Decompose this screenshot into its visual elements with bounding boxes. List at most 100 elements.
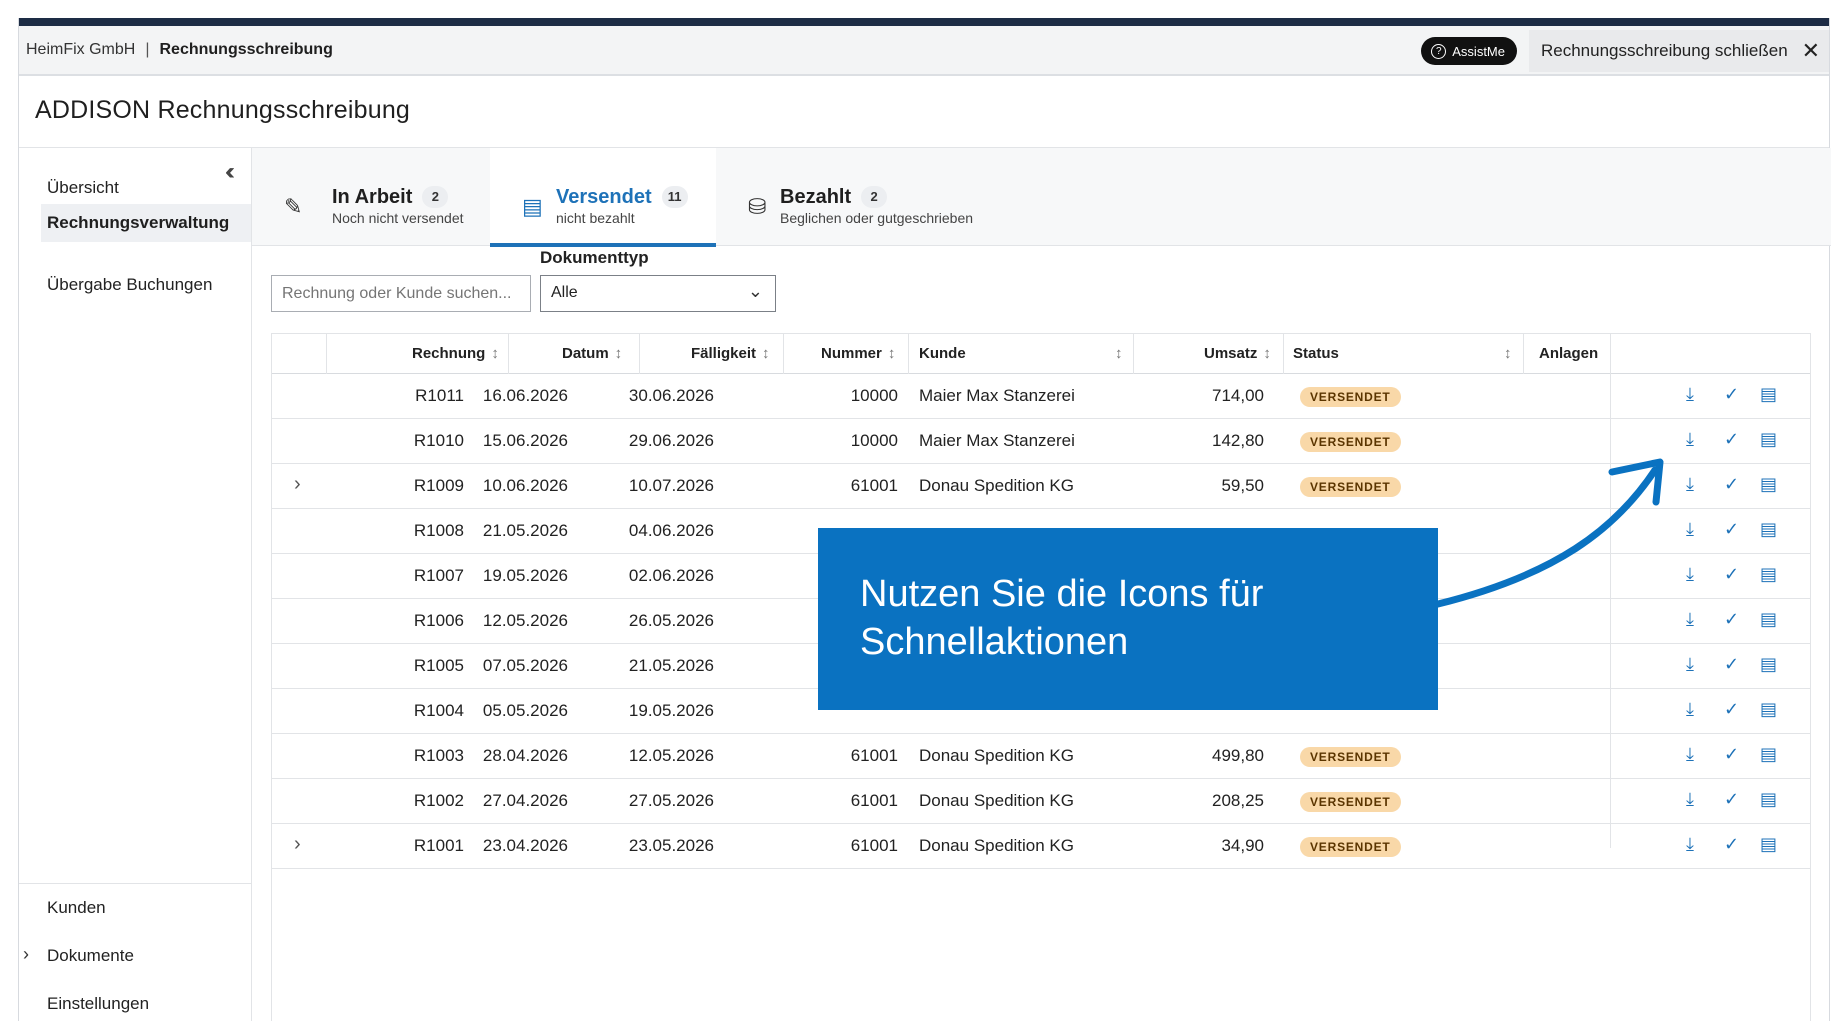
sidebar-item-rechnungsverwaltung[interactable]: Rechnungsverwaltung (41, 204, 251, 242)
checkmark-icon[interactable]: ✓ (1724, 789, 1739, 810)
doctype-value: Alle (551, 284, 578, 301)
receipt-icon[interactable]: ▤ (1760, 519, 1777, 540)
page-title: ADDISON Rechnungsschreibung (35, 96, 411, 124)
module-name: Rechnungsschreibung (159, 41, 333, 58)
cell-faelligkeit: 26.05.2026 (628, 611, 714, 630)
download-icon[interactable]: ⤓ (1686, 609, 1694, 630)
cell-umsatz: 714,00 (1212, 386, 1264, 405)
close-module-button[interactable]: Rechnungsschreibung schließen ✕ (1529, 30, 1829, 72)
status-badge: VERSENDET (1300, 387, 1401, 407)
tab-subtitle: nicht bezahlt (556, 210, 635, 226)
header-umsatz[interactable]: Umsatz ↕ (1204, 334, 1271, 374)
checkmark-icon[interactable]: ✓ (1724, 474, 1739, 495)
cell-nummer: 61001 (850, 791, 898, 810)
cell-nummer: 61001 (850, 746, 898, 765)
download-icon[interactable]: ⤓ (1686, 384, 1694, 405)
receipt-icon[interactable]: ▤ (1760, 474, 1777, 495)
header-label: Status (1293, 345, 1339, 362)
cell-datum: 19.05.2026 (482, 566, 568, 585)
header-faelligkeit[interactable]: Fälligkeit ↕ (691, 334, 770, 374)
download-icon[interactable]: ⤓ (1686, 699, 1694, 720)
cell-kunde: Donau Spedition KG (919, 836, 1074, 855)
sidebar-item-einstellungen[interactable]: Einstellungen (47, 994, 149, 1014)
tab-subtitle: Noch nicht versendet (332, 210, 464, 226)
receipt-icon[interactable]: ▤ (1760, 834, 1777, 855)
header-nummer[interactable]: Nummer ↕ (821, 334, 895, 374)
download-icon[interactable]: ⤓ (1686, 564, 1694, 585)
cell-umsatz: 59,50 (1221, 476, 1264, 495)
cell-rechnung: R1010 (413, 431, 464, 450)
checkmark-icon[interactable]: ✓ (1724, 744, 1739, 765)
header-kunde[interactable]: Kunde (919, 334, 966, 374)
header-status[interactable]: Status (1293, 334, 1339, 374)
status-badge: VERSENDET (1300, 432, 1401, 452)
table-row[interactable]: R1011 16.06.2026 30.06.2026 10000 Maier Max … (272, 374, 1810, 419)
tab-count: 2 (861, 186, 888, 208)
download-icon[interactable]: ⤓ (1686, 519, 1694, 540)
receipt-icon[interactable]: ▤ (1760, 744, 1777, 765)
chevron-right-icon[interactable]: › (23, 944, 29, 965)
sort-kunde[interactable]: ↕ (1109, 334, 1123, 374)
header-rechnung[interactable]: Rechnung ↕ (412, 334, 499, 374)
sidebar-item-dokumente[interactable]: Dokumente (47, 946, 134, 966)
help-icon: ? (1431, 43, 1447, 59)
checkmark-icon[interactable]: ✓ (1724, 654, 1739, 675)
download-icon[interactable]: ⤓ (1686, 474, 1694, 495)
chevron-right-icon[interactable]: › (294, 473, 301, 496)
header-datum[interactable]: Datum ↕ (562, 334, 622, 374)
collapse-sidebar-icon[interactable]: ‹‹ (225, 158, 235, 186)
table-row[interactable]: › R1001 23.04.2026 23.05.2026 61001 Donau Spe… (272, 824, 1810, 869)
sidebar-item-kunden[interactable]: Kunden (47, 898, 106, 918)
cell-nummer: 10000 (850, 431, 898, 450)
sidebar-item-uebergabe-buchungen[interactable]: Übergabe Buchungen (47, 275, 212, 295)
checkmark-icon[interactable]: ✓ (1724, 834, 1739, 855)
status-badge: VERSENDET (1300, 792, 1401, 812)
checkmark-icon[interactable]: ✓ (1724, 564, 1739, 585)
checkmark-icon[interactable]: ✓ (1724, 384, 1739, 405)
receipt-icon[interactable]: ▤ (1760, 429, 1777, 450)
table-header: Rechnung ↕ Datum ↕ Fälligkeit ↕ Nummer ↕ Kun… (272, 334, 1810, 374)
checkmark-icon[interactable]: ✓ (1724, 429, 1739, 450)
download-icon[interactable]: ⤓ (1686, 429, 1694, 450)
tab-bezahlt[interactable]: ⛁ Bezahlt 2 Beglichen oder gutgeschrieben (716, 148, 1016, 246)
breadcrumb-separator: | (145, 41, 150, 58)
cell-rechnung: R1011 (415, 386, 464, 405)
receipt-icon[interactable]: ▤ (1760, 564, 1777, 585)
cell-faelligkeit: 10.07.2026 (628, 476, 714, 495)
search-input[interactable] (271, 275, 531, 312)
cell-datum: 23.04.2026 (482, 836, 568, 855)
download-icon[interactable]: ⤓ (1686, 834, 1694, 855)
receipt-icon[interactable]: ▤ (1760, 789, 1777, 810)
download-icon[interactable]: ⤓ (1686, 789, 1694, 810)
table-row[interactable]: R1003 28.04.2026 12.05.2026 61001 Donau Sped… (272, 734, 1810, 779)
sidebar: Übersicht ‹‹ Rechnungsverwaltung Übergab… (19, 148, 252, 1021)
cell-faelligkeit: 27.05.2026 (628, 791, 714, 810)
tab-in-arbeit[interactable]: ✎ In Arbeit 2 Noch nicht versendet (252, 148, 490, 246)
assistme-button[interactable]: ? AssistMe (1421, 37, 1517, 65)
checkmark-icon[interactable]: ✓ (1724, 609, 1739, 630)
company-name: HeimFix GmbH (26, 41, 136, 58)
checkmark-icon[interactable]: ✓ (1724, 519, 1739, 540)
cell-datum: 07.05.2026 (482, 656, 568, 675)
table-row[interactable]: › R1009 10.06.2026 10.07.2026 61001 Donau Spe… (272, 464, 1810, 509)
receipt-icon[interactable]: ▤ (1760, 654, 1777, 675)
tab-versendet[interactable]: ▤ Versendet 11 nicht bezahlt (490, 148, 716, 247)
sort-icon: ↕ (762, 345, 770, 362)
table-row[interactable]: R1010 15.06.2026 29.06.2026 10000 Maier Max … (272, 419, 1810, 464)
download-icon[interactable]: ⤓ (1686, 744, 1694, 765)
close-module-label: Rechnungsschreibung schließen (1541, 41, 1788, 60)
checkmark-icon[interactable]: ✓ (1724, 699, 1739, 720)
cell-kunde: Donau Spedition KG (919, 476, 1074, 495)
doctype-select[interactable]: Alle ⌄ (540, 275, 776, 312)
receipt-icon[interactable]: ▤ (1760, 699, 1777, 720)
download-icon[interactable]: ⤓ (1686, 654, 1694, 675)
callout-text: Nutzen Sie die Icons für Schnellaktionen (860, 573, 1264, 663)
active-tab-indicator (490, 243, 716, 247)
table-row[interactable]: R1002 27.04.2026 27.05.2026 61001 Donau Sped… (272, 779, 1810, 824)
receipt-icon[interactable]: ▤ (1760, 609, 1777, 630)
sort-status[interactable]: ↕ (1498, 334, 1512, 374)
sidebar-item-uebersicht[interactable]: Übersicht (47, 178, 119, 198)
chevron-right-icon[interactable]: › (294, 833, 301, 856)
receipt-icon[interactable]: ▤ (1760, 384, 1777, 405)
close-icon: ✕ (1801, 38, 1821, 63)
